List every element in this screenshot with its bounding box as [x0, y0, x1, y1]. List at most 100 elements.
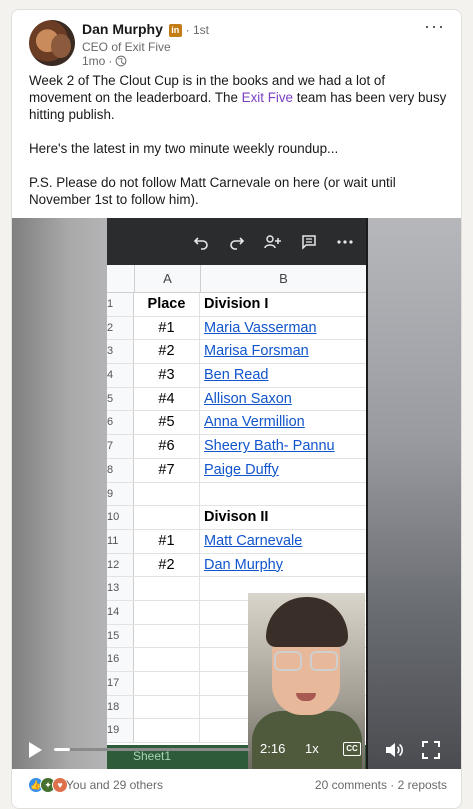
cell-name-link: Anna Vermillion	[204, 414, 305, 431]
linkedin-premium-badge-icon: in	[168, 24, 182, 37]
row-number: 9	[107, 482, 134, 506]
meta-separator: ·	[108, 54, 113, 68]
redo-icon	[226, 231, 248, 253]
row-number: 16	[107, 648, 134, 671]
cell-place	[134, 506, 200, 529]
video-blur-right	[368, 218, 461, 769]
comment-icon	[298, 231, 320, 253]
cell-name-link: Maria Vasserman	[204, 319, 317, 336]
cell-name-link: Ben Read	[204, 367, 269, 384]
more-horizontal-icon	[334, 231, 356, 253]
row-number: 8	[107, 458, 134, 482]
cell-name-link: Sheery Bath- Pannu	[204, 438, 335, 455]
post-time: 1mo	[82, 54, 106, 68]
social-counts-bar: 👍 ✦ ♥ You and 29 others 20 comments · 2 …	[12, 773, 461, 799]
post-paragraph-2: Here's the latest in my two minute weekl…	[29, 141, 339, 156]
row-number: 14	[107, 600, 134, 624]
reaction-count[interactable]: You and 29 others	[66, 778, 163, 792]
row-number: 4	[107, 364, 134, 387]
row-number: 6	[107, 411, 134, 435]
sheet-row: 11 #1 Matt Carnevale	[107, 529, 366, 554]
sheet-row: 7 #6 Sheery Bath- Pannu	[107, 435, 366, 459]
cell-place	[134, 482, 200, 506]
post-meta: 1mo ·	[82, 54, 127, 68]
column-b-header: B	[200, 265, 366, 293]
closed-captions-icon[interactable]: CC	[343, 742, 361, 756]
globe-icon	[115, 55, 127, 67]
sheet-row: 10 Divison II	[107, 506, 366, 530]
sheet-row: 8 #7 Paige Duffy	[107, 458, 366, 483]
sheet-row: 4 #3 Ben Read	[107, 364, 366, 388]
comments-count-link[interactable]: 20 comments	[315, 778, 387, 792]
add-person-icon	[262, 231, 284, 253]
cell-place	[134, 577, 200, 600]
video-player[interactable]: A B 1 Place Division I 2 #1 Maria Vasserman 3 #…	[12, 218, 461, 769]
company-mention-link[interactable]: Exit Five	[242, 90, 293, 105]
row-number: 15	[107, 624, 134, 648]
sheet-row: 5 #4 Allison Saxon	[107, 387, 366, 412]
cell-place	[134, 600, 200, 624]
cell-place: #5	[134, 411, 200, 435]
playback-speed-button[interactable]: 1x	[305, 741, 319, 756]
video-time-remaining: 2:16	[260, 741, 286, 756]
row-number: 3	[107, 340, 134, 364]
row-number: 1	[107, 293, 134, 316]
post-body: Week 2 of The Clout Cup is in the books …	[29, 72, 449, 225]
post-card: Dan Murphy in · 1st CEO of Exit Five 1mo…	[11, 9, 462, 809]
reposts-count-link[interactable]: 2 reposts	[398, 778, 447, 792]
cell-place: #3	[134, 364, 200, 387]
row-number: 13	[107, 577, 134, 600]
post-paragraph-3: P.S. Please do not follow Matt Carnevale…	[29, 175, 396, 207]
cell-place: Place	[134, 293, 200, 316]
row-number: 17	[107, 672, 134, 695]
cell-place: #2	[134, 553, 200, 577]
row-number: 7	[107, 435, 134, 458]
sheet-column-header: A B	[107, 265, 366, 293]
cell-place	[134, 672, 200, 695]
cell-place: #7	[134, 458, 200, 482]
video-blur-left	[12, 218, 107, 769]
sheet-row: 9	[107, 482, 366, 507]
video-progress-fill	[54, 748, 70, 751]
video-progress-bar[interactable]	[54, 748, 250, 751]
cell-place: #1	[134, 316, 200, 340]
cell-place: #4	[134, 387, 200, 411]
fullscreen-icon[interactable]	[422, 741, 440, 759]
engagement-counts: 20 comments · 2 reposts	[315, 778, 447, 792]
cell-place: #1	[134, 529, 200, 553]
cell-name: Divison II	[204, 509, 269, 526]
cell-place: #2	[134, 340, 200, 364]
sheet-row: 12 #2 Dan Murphy	[107, 553, 366, 578]
more-options-icon[interactable]: ···	[424, 16, 445, 37]
connection-degree: · 1st	[185, 23, 210, 37]
reaction-icons[interactable]: 👍 ✦ ♥	[28, 777, 68, 793]
row-number: 11	[107, 529, 134, 553]
cell-name	[200, 483, 366, 506]
sheet-row: 2 #1 Maria Vasserman	[107, 316, 366, 341]
video-controls: 2:16 1x CC	[12, 733, 461, 769]
play-icon[interactable]	[26, 741, 44, 759]
sheet-row: 1 Place Division I	[107, 293, 366, 317]
cell-name-link: Matt Carnevale	[204, 532, 303, 549]
cell-name: Division I	[204, 296, 269, 312]
author-name[interactable]: Dan Murphy	[82, 21, 163, 37]
row-number: 12	[107, 553, 134, 577]
cell-name-link: Dan Murphy	[204, 556, 283, 573]
undo-icon	[190, 231, 212, 253]
cell-place	[134, 648, 200, 671]
author-line: Dan Murphy in · 1st	[82, 21, 209, 37]
row-number: 2	[107, 316, 134, 340]
author-avatar[interactable]	[29, 20, 75, 66]
cell-name-link: Allison Saxon	[204, 390, 292, 407]
row-number: 5	[107, 387, 134, 411]
cell-name-link: Paige Duffy	[204, 461, 279, 478]
sheet-row: 3 #2 Marisa Forsman	[107, 340, 366, 365]
presenter-glasses	[310, 651, 338, 671]
row-number: 18	[107, 695, 134, 719]
volume-icon[interactable]	[384, 740, 404, 760]
column-a-header: A	[134, 265, 200, 293]
presenter-glasses	[274, 651, 302, 671]
cell-name-link: Marisa Forsman	[204, 343, 309, 360]
row-number: 10	[107, 506, 134, 529]
sheets-toolbar	[107, 218, 366, 265]
